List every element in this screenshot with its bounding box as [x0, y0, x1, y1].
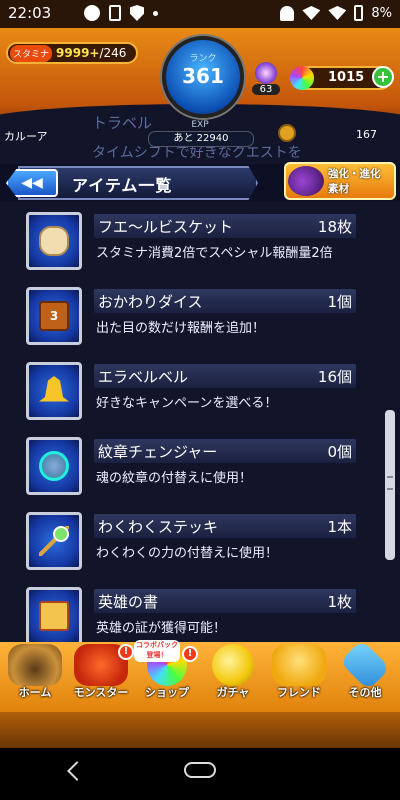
alert-icon: !: [182, 646, 198, 662]
page-title: アイテム一覧: [72, 176, 173, 195]
buy-orbs-button[interactable]: +: [372, 66, 394, 88]
evolve-label-line2: 素材: [328, 183, 349, 195]
signal-icon: [328, 6, 347, 20]
alert-icon: !: [118, 644, 134, 660]
system-home-icon[interactable]: [184, 762, 216, 778]
other-diamond-icon: [339, 639, 391, 691]
item-count: 18枚: [317, 218, 352, 236]
nav-gacha-label: ガチャ: [216, 686, 250, 699]
badge-changer-icon: [39, 451, 69, 481]
stamina-max: /246: [99, 46, 127, 60]
rank-badge[interactable]: ランク 361: [162, 36, 244, 118]
item-count: 1枚: [327, 593, 352, 611]
item-name: フエ～ルビスケット: [98, 218, 234, 236]
item-name: わくわくステッキ: [98, 518, 219, 536]
battery-icon: [354, 5, 364, 21]
shield-icon: [130, 5, 144, 21]
nav-gacha[interactable]: ガチャ: [200, 644, 266, 708]
collab-pack-badge: コラボパック登場！: [134, 640, 180, 662]
stamina-value: 9999+: [56, 46, 100, 60]
house-icon: [8, 644, 62, 686]
biscuit-icon: [39, 226, 69, 256]
special-orb-count: 63: [252, 84, 280, 95]
list-item[interactable]: 3 おかわりダイス 1個 出た目の数だけ報酬を追加！: [0, 281, 380, 356]
rainbow-gem-icon: [255, 62, 277, 84]
stamina-gauge[interactable]: スタミナ 9999+/246: [6, 42, 138, 64]
item-count: 16個: [317, 368, 352, 386]
item-description: 好きなキャンペーンを選べる！: [96, 396, 278, 411]
item-description: スタミナ消費2倍でスペシャル報酬量2倍: [96, 246, 333, 261]
orb-count: 1015: [328, 70, 365, 85]
wifi-icon: [302, 6, 321, 20]
item-list[interactable]: フエ～ルビスケット 18枚 スタミナ消費2倍でスペシャル報酬量2倍 3 おかわり…: [0, 202, 400, 642]
clipboard-icon: [109, 5, 121, 21]
list-item[interactable]: エラベルベル 16個 好きなキャンペーンを選べる！: [0, 356, 380, 431]
scroll-icon: [39, 601, 69, 631]
item-name: おかわりダイス: [98, 293, 203, 311]
gacha-egg-icon: [212, 644, 254, 686]
nav-other[interactable]: その他: [332, 639, 398, 708]
item-count: 0個: [327, 443, 352, 461]
notification-dot-icon: [84, 5, 100, 21]
nav-friend[interactable]: フレンド: [266, 644, 332, 708]
monster-art-icon: [288, 166, 324, 196]
orb-counter[interactable]: 1015 +: [290, 66, 394, 90]
list-scrollbar[interactable]: [385, 410, 395, 560]
list-item[interactable]: 紋章チェンジャー 0個 魂の紋章の付替えに使用！: [0, 431, 380, 506]
item-name: 英雄の書: [98, 593, 159, 611]
scroll-grip-icon: [387, 476, 393, 490]
status-bar: 22:03 8%: [0, 0, 400, 28]
item-description: 魂の紋章の付替えに使用！: [96, 471, 253, 486]
dice-icon: 3: [39, 301, 69, 331]
item-description: 出た目の数だけ報酬を追加！: [96, 321, 266, 336]
evolve-material-button[interactable]: 強化・進化 素材: [284, 162, 396, 200]
item-count: 1本: [327, 518, 352, 536]
nav-friend-label: フレンド: [277, 686, 321, 699]
background-item-name: カルーア: [4, 130, 48, 143]
item-description: わくわくの力の付替えに使用！: [96, 546, 279, 561]
nav-monster[interactable]: モンスター !: [68, 644, 134, 708]
item-name: 紋章チェンジャー: [98, 443, 218, 461]
item-name: エラベルベル: [98, 368, 189, 386]
item-description: 英雄の証が獲得可能！: [96, 621, 227, 636]
evolve-label-line1: 強化・進化: [328, 168, 381, 180]
exp-remaining: あと 22940: [148, 131, 254, 147]
bell-icon: [39, 376, 69, 402]
more-notifications-icon: [153, 10, 158, 16]
friend-balloons-icon: [272, 644, 326, 686]
coin-icon: [278, 124, 296, 142]
clock: 22:03: [8, 4, 52, 22]
list-item[interactable]: フエ～ルビスケット 18枚 スタミナ消費2倍でスペシャル報酬量2倍: [0, 206, 380, 281]
exp-label: EXP: [191, 120, 209, 130]
list-item[interactable]: わくわくステッキ 1本 わくわくの力の付替えに使用！: [0, 506, 380, 581]
background-count: 167: [356, 128, 377, 141]
stamina-label: スタミナ: [10, 44, 53, 62]
list-item[interactable]: 英雄の書 1枚 英雄の証が獲得可能！: [0, 581, 380, 642]
rank-value: 361: [182, 64, 224, 88]
nav-home[interactable]: ホーム: [2, 644, 68, 708]
background-ghost-text: トラベル: [92, 114, 153, 132]
system-nav-bar: [0, 748, 400, 800]
item-count: 1個: [327, 293, 352, 311]
special-orb-counter[interactable]: 63: [252, 62, 280, 96]
nav-other-label: その他: [348, 686, 382, 699]
back-button[interactable]: ◀◀: [6, 169, 58, 197]
rank-label: ランク: [189, 54, 217, 64]
magic-stick-icon: [39, 526, 69, 556]
nav-shop-label: ショップ: [145, 686, 189, 699]
nav-monster-label: モンスター: [73, 686, 129, 699]
system-back-icon[interactable]: [67, 761, 87, 781]
nav-home-label: ホーム: [18, 686, 52, 699]
battery-percent: 8%: [371, 5, 392, 21]
mute-icon: [280, 5, 295, 21]
bottom-nav: ホーム モンスター ! ショップ ! ガチャ フレンド その他: [0, 639, 400, 712]
footer-bar: [0, 712, 400, 748]
orb-icon: [290, 66, 314, 90]
